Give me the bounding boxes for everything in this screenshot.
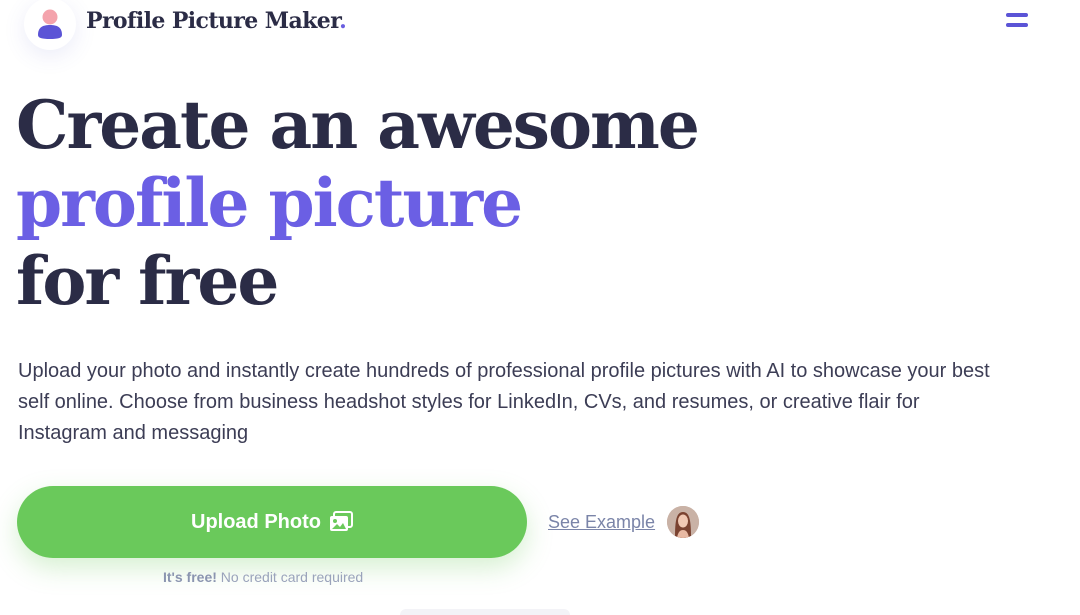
hero-headline: Create an awesome profile picture for fr… — [16, 86, 700, 320]
headline-line-2: profile picture — [16, 164, 523, 242]
user-avatar-icon — [38, 9, 62, 39]
free-note-bold: It's free! — [163, 569, 217, 585]
hamburger-menu-icon[interactable] — [1004, 12, 1030, 30]
free-note-text: No credit card required — [220, 569, 364, 585]
see-example-link[interactable]: See Example — [548, 512, 655, 533]
menu-bar-top — [1006, 13, 1028, 17]
upload-photo-button[interactable]: Upload Photo — [17, 486, 527, 558]
image-icon — [329, 511, 353, 531]
hero-description: Upload your photo and instantly create h… — [18, 360, 990, 444]
example-avatar[interactable] — [667, 506, 699, 538]
headline-line-1: Create an awesome — [16, 86, 700, 164]
next-section-edge — [400, 609, 570, 615]
brand-text: Profile Picture Maker — [86, 8, 340, 34]
logo[interactable] — [24, 0, 76, 50]
example-portrait-image — [667, 506, 699, 538]
upload-photo-label: Upload Photo — [191, 510, 321, 533]
menu-bar-bottom — [1006, 23, 1028, 27]
brand-dot: . — [339, 8, 347, 34]
site-header: Profile Picture Maker. — [0, 0, 1080, 60]
brand-name[interactable]: Profile Picture Maker. — [86, 8, 347, 34]
headline-line-3: for free — [16, 242, 279, 320]
free-note: It's free! No credit card required — [163, 569, 363, 585]
